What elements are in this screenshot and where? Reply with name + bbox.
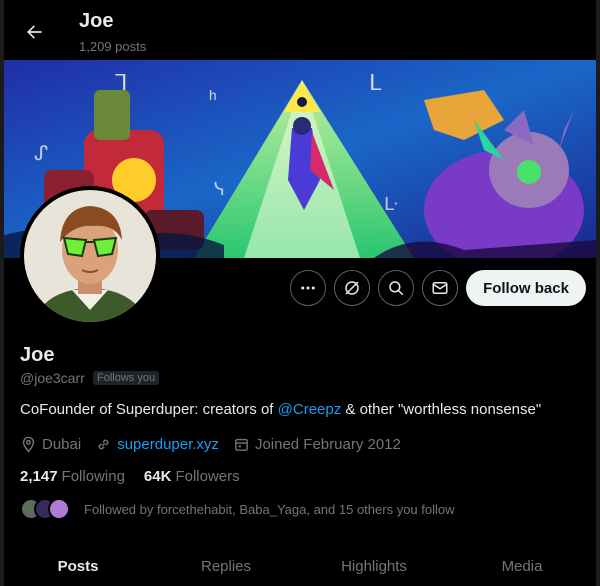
grok-button[interactable] [334, 270, 370, 306]
location-text: Dubai [42, 436, 82, 453]
profile-meta: Dubai superduper.xyz Joined February 201… [20, 436, 415, 453]
svg-text:ᒪ: ᒪ [369, 70, 382, 95]
profile-header: Joe 1,209 posts [4, 0, 596, 60]
more-button[interactable] [290, 270, 326, 306]
follows-you-badge: Follows you [93, 371, 160, 385]
location-item: Dubai [20, 436, 81, 453]
followers-label: Followers [175, 468, 240, 485]
message-button[interactable] [422, 270, 458, 306]
post-count: 1,209 posts [79, 39, 147, 54]
link-icon [98, 439, 109, 450]
following-count: 2,147 [20, 468, 58, 485]
avatar-portrait [24, 190, 156, 322]
bio-text-prefix: CoFounder of Superduper: creators of [20, 401, 278, 418]
followed-by-row[interactable]: Followed by forcethehabit, Baba_Yaga, an… [20, 498, 455, 520]
website-item: superduper.xyz [95, 436, 219, 453]
tab-replies[interactable]: Replies [152, 548, 300, 586]
more-icon [301, 286, 315, 290]
search-button[interactable] [378, 270, 414, 306]
back-arrow-icon [27, 25, 42, 39]
window-edge-right [596, 0, 600, 586]
svg-text:ʰ: ʰ [209, 88, 217, 110]
followers-count: 64K [143, 468, 172, 485]
bio-mention-link[interactable]: @Creepz [278, 401, 342, 418]
follower-avatar [48, 498, 70, 520]
following-count-link[interactable]: 2,147 Following [20, 468, 125, 485]
calendar-icon [235, 438, 248, 451]
follow-counts: 2,147 Following 64K Followers [20, 468, 259, 485]
profile-handle: @joe3carr [20, 370, 85, 386]
joined-item: Joined February 2012 [233, 436, 401, 453]
grok-icon [345, 281, 359, 295]
back-button[interactable] [18, 16, 50, 48]
search-icon [389, 281, 404, 296]
mail-icon [432, 282, 448, 294]
joined-text: Joined February 2012 [254, 436, 401, 453]
follow-back-button[interactable]: Follow back [466, 270, 586, 306]
followers-count-link[interactable]: 64K Followers [144, 468, 240, 485]
website-link[interactable]: superduper.xyz [117, 436, 219, 453]
tab-media[interactable]: Media [448, 548, 596, 586]
tab-posts[interactable]: Posts [4, 548, 152, 586]
profile-bio: CoFounder of Superduper: creators of @Cr… [20, 401, 541, 418]
bio-text-suffix: & other "worthless nonsense" [341, 401, 542, 418]
tab-highlights[interactable]: Highlights [300, 548, 448, 586]
location-icon [22, 436, 35, 453]
profile-tabs: Posts Replies Highlights Media [4, 548, 596, 586]
profile-name: Joe [20, 344, 55, 366]
followed-by-text: Followed by forcethehabit, Baba_Yaga, an… [84, 501, 455, 517]
svg-text:ᒣ: ᒣ [114, 70, 127, 95]
svg-text:ᓭ: ᓭ [214, 179, 225, 199]
header-title: Joe [79, 10, 114, 32]
profile-avatar[interactable] [20, 186, 160, 326]
following-label: Following [61, 468, 125, 485]
svg-text:ᒷ: ᒷ [384, 194, 398, 214]
svg-text:ᔑ: ᔑ [34, 143, 48, 165]
